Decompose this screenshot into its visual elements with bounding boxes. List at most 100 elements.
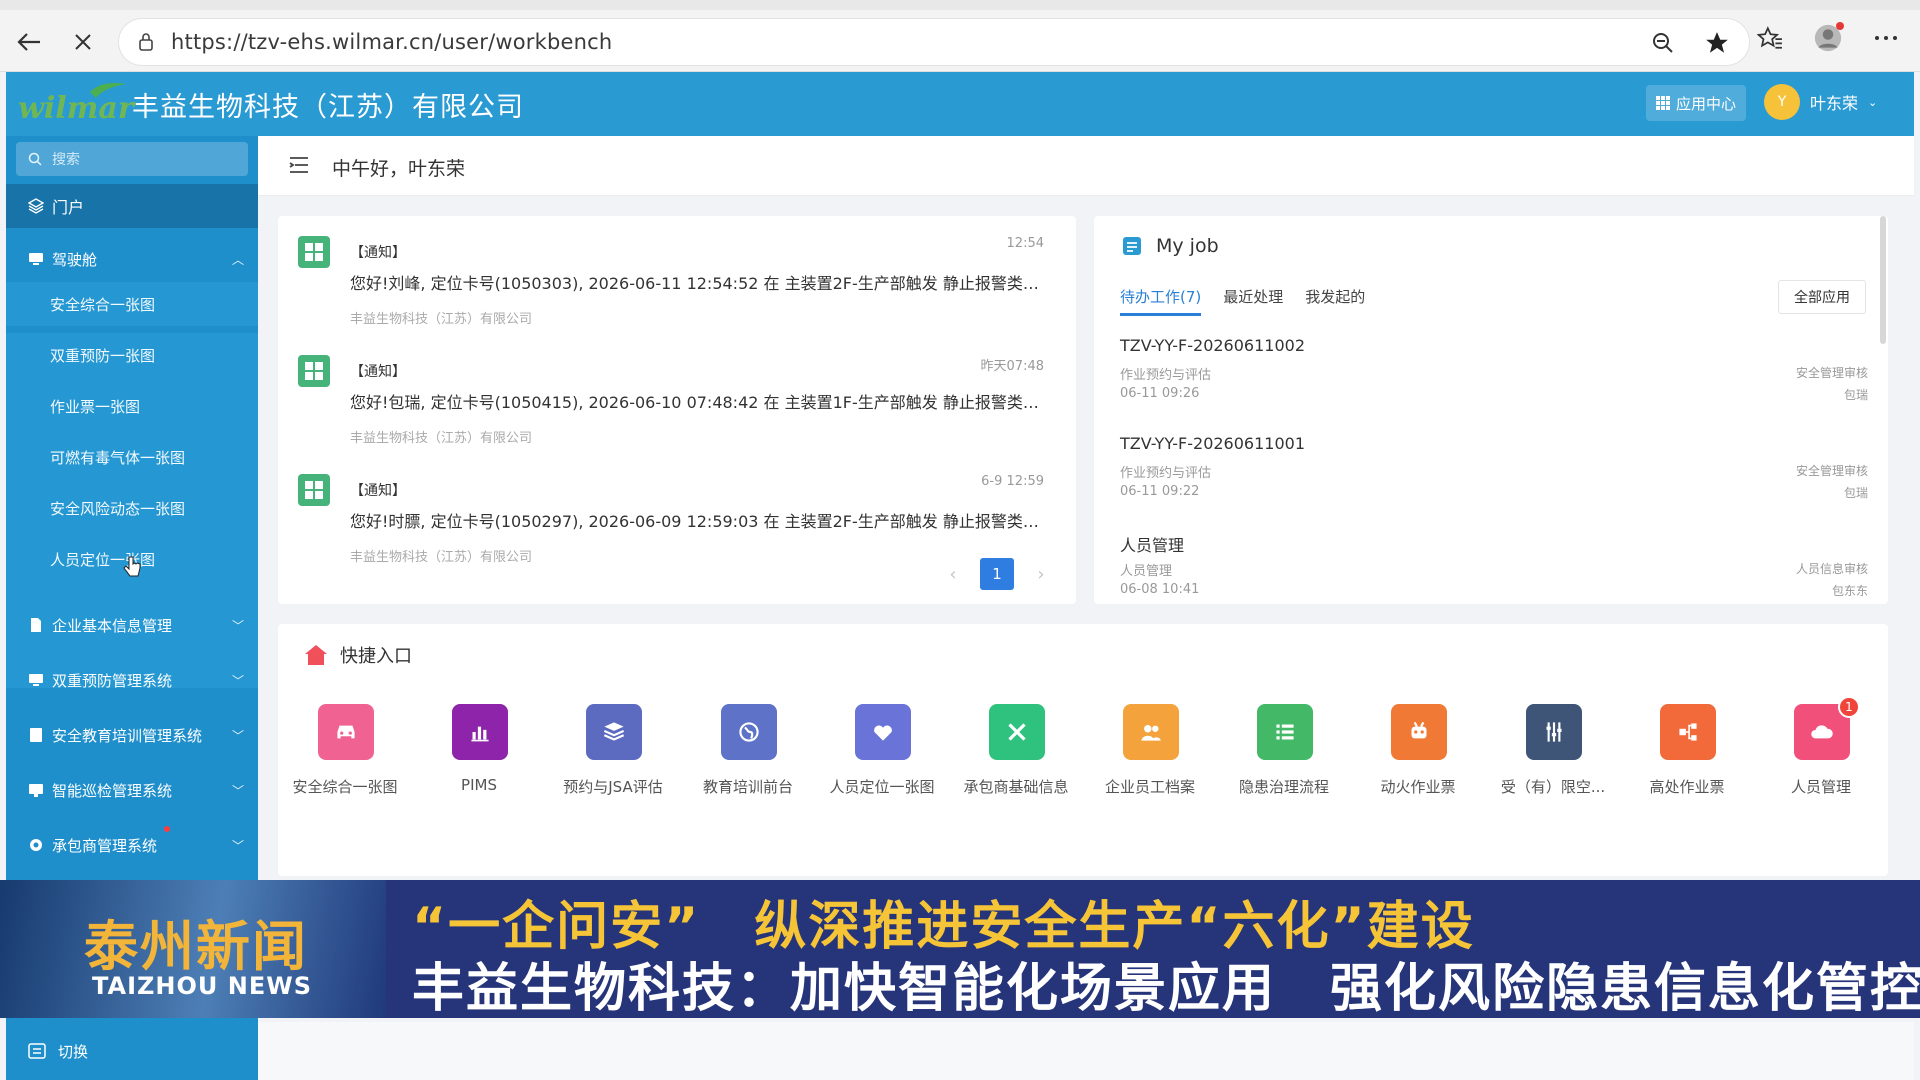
sidebar-group-label: 驾驶舱 (52, 250, 98, 269)
user-menu[interactable]: Y 叶东荣 ⌄ (1764, 84, 1877, 120)
menu-toggle-icon[interactable] (288, 154, 310, 176)
tab-pending[interactable]: 待办工作(7) (1120, 286, 1202, 316)
sidebar-group-training[interactable]: 安全教育培训管理系统 ﹀ (6, 712, 258, 758)
sidebar-group-label: 智能巡检管理系统 (52, 781, 173, 800)
job-scrollbar[interactable] (1880, 216, 1886, 344)
quick-entry-item[interactable]: 动火作业票 (1351, 704, 1485, 814)
notice-item[interactable]: 【通知】 12:54 您好!刘峰, 定位卡号(1050303), 2026-06… (298, 224, 1058, 336)
sidebar-item-location-map[interactable]: 人员定位一张图 (6, 537, 258, 581)
address-bar[interactable]: https://tzv-ehs.wilmar.cn/user/workbench (118, 18, 1750, 66)
globe-icon (721, 704, 777, 760)
wilmar-logo[interactable]: wilmar (18, 82, 134, 126)
prev-page-button[interactable]: ‹ (938, 559, 968, 589)
more-icon[interactable] (1872, 24, 1900, 52)
quick-entry-item[interactable]: 1 人员管理 (1754, 696, 1888, 814)
next-page-button[interactable]: › (1026, 559, 1056, 589)
chevron-up-icon: ︿ (231, 253, 244, 267)
quick-entry-grid: 安全综合一张图 PIMS 预约与JSA评估 教育培训前台 人员定位一张图 承包商基础信息 企… (278, 696, 1888, 814)
display-icon (29, 784, 43, 797)
people-icon (1123, 704, 1179, 760)
quick-entry-label: 动火作业票 (1380, 778, 1456, 796)
job-type: 人员管理 (1120, 564, 1173, 579)
notice-item[interactable]: 【通知】 昨天07:48 您好!包瑞, 定位卡号(1050415), 2026-… (298, 343, 1058, 455)
news-channel-en: TAIZHOU NEWS (92, 972, 312, 1000)
notice-app-icon (298, 236, 330, 268)
notice-card: 【通知】 12:54 您好!刘峰, 定位卡号(1050303), 2026-06… (278, 216, 1076, 604)
app-header: wilmar 丰益生物科技（江苏）有限公司 应用中心 Y 叶东荣 ⌄ (6, 72, 1914, 136)
chevron-down-icon: ﹀ (231, 839, 244, 853)
notice-time: 昨天07:48 (980, 359, 1044, 374)
sidebar-group-contractor[interactable]: 承包商管理系统 ﹀ (6, 822, 258, 868)
tab-initiated[interactable]: 我发起的 (1305, 286, 1365, 316)
job-status: 安全管理审核 (1795, 366, 1868, 380)
job-date: 06-08 10:41 (1120, 582, 1200, 597)
sidebar-item-safety-map[interactable]: 安全综合一张图 (6, 282, 258, 326)
job-item[interactable]: TZV-YY-F-20260611002 作业预约与评估 06-11 09:26… (1120, 336, 1868, 432)
quick-entry-item[interactable]: 人员定位一张图 (815, 704, 949, 814)
quick-entry-item[interactable]: PIMS (412, 704, 546, 814)
notice-org: 丰益生物科技（江苏）有限公司 (350, 431, 533, 446)
sidebar-group-dual-prevention[interactable]: 双重预防管理系统 ﹀ (6, 657, 258, 703)
job-person: 包东东 (1831, 584, 1868, 598)
quick-entry-item[interactable]: 预约与JSA评估 (546, 704, 680, 814)
job-status: 安全管理审核 (1795, 464, 1868, 478)
chevron-down-icon: ﹀ (231, 674, 244, 688)
sidebar-item-portal[interactable]: 门户 (6, 184, 258, 228)
sidebar-item-work-permit-map[interactable]: 作业票一张图 (6, 384, 258, 428)
quick-entry-label: 高处作业票 (1649, 778, 1725, 796)
layers-icon (28, 198, 44, 214)
sidebar-search-input[interactable] (50, 150, 230, 168)
quick-entry-item[interactable]: 教育培训前台 (681, 704, 815, 814)
star-filled-icon[interactable] (1703, 29, 1731, 57)
job-code: TZV-YY-F-20260611002 (1120, 336, 1305, 355)
tab-recent[interactable]: 最近处理 (1223, 286, 1283, 316)
notice-app-icon (298, 474, 330, 506)
favorites-icon[interactable] (1756, 24, 1784, 52)
quick-entry-item[interactable]: 承包商基础信息 (949, 704, 1083, 814)
news-banner: 泰州新闻 TAIZHOU NEWS “一企问安” 纵深推进安全生产“六化”建设 … (0, 880, 1920, 1018)
job-person: 包瑞 (1843, 486, 1868, 500)
search-icon (28, 152, 42, 166)
page-number-button[interactable]: 1 (980, 558, 1014, 590)
settings-icon (30, 839, 42, 851)
quick-entry-item[interactable]: 企业员工档案 (1083, 704, 1217, 814)
notification-badge: 1 (1838, 696, 1860, 718)
zoom-icon[interactable] (1649, 29, 1677, 57)
job-code: TZV-YY-F-20260611001 (1120, 434, 1305, 453)
list-icon (1257, 704, 1313, 760)
job-item[interactable]: TZV-YY-F-20260611001 作业预约与评估 06-11 09:22… (1120, 434, 1868, 530)
sidebar-item-risk-map[interactable]: 安全风险动态一张图 (6, 486, 258, 530)
quick-entry-item[interactable]: 安全综合一张图 (278, 704, 412, 814)
notice-body: 您好!时膘, 定位卡号(1050297), 2026-06-09 12:59:0… (350, 512, 1050, 531)
quick-entry-header: 快捷入口 (304, 642, 412, 668)
job-item[interactable]: 人员管理 人员管理 06-08 10:41 人员信息审核 包东东 (1120, 532, 1868, 604)
app-center-button[interactable]: 应用中心 (1646, 85, 1746, 121)
sidebar-group-enterprise-info[interactable]: 企业基本信息管理 ﹀ (6, 602, 258, 648)
url-text: https://tzv-ehs.wilmar.cn/user/workbench (171, 30, 613, 54)
user-name: 叶东荣 (1810, 94, 1859, 113)
back-button[interactable] (12, 25, 46, 59)
my-job-title: My job (1156, 235, 1219, 257)
heart-icon (855, 704, 911, 760)
quick-entry-label: 企业员工档案 (1104, 778, 1195, 796)
close-icon (75, 34, 91, 50)
sidebar-group-cockpit[interactable]: 驾驶舱 ︿ (6, 236, 258, 282)
notice-body: 您好!刘峰, 定位卡号(1050303), 2026-06-11 12:54:5… (350, 274, 1050, 293)
sidebar-group-inspection[interactable]: 智能巡检管理系统 ﹀ (6, 767, 258, 813)
quick-entry-item[interactable]: 高处作业票 (1620, 704, 1754, 814)
sidebar-item-gas-map[interactable]: 可燃有毒气体一张图 (6, 435, 258, 479)
job-type: 作业预约与评估 (1120, 466, 1212, 481)
sidebar-switch-button[interactable]: 切换 (6, 1022, 258, 1080)
notice-org: 丰益生物科技（江苏）有限公司 (350, 312, 533, 327)
profile-icon[interactable] (1814, 22, 1844, 52)
all-apps-button[interactable]: 全部应用 (1778, 280, 1866, 314)
stop-button[interactable] (66, 25, 100, 59)
quick-entry-label: 人员管理 (1790, 778, 1851, 796)
quick-entry-item[interactable]: 受（有）限空... (1486, 704, 1620, 814)
notice-app-icon (298, 355, 330, 387)
grid-icon (1655, 96, 1670, 110)
quick-entry-item[interactable]: 隐患治理流程 (1217, 704, 1351, 814)
chevron-down-icon: ﹀ (231, 784, 244, 798)
sidebar-item-dual-prevention-map[interactable]: 双重预防一张图 (6, 333, 258, 377)
sidebar-group-label: 双重预防管理系统 (52, 671, 173, 690)
